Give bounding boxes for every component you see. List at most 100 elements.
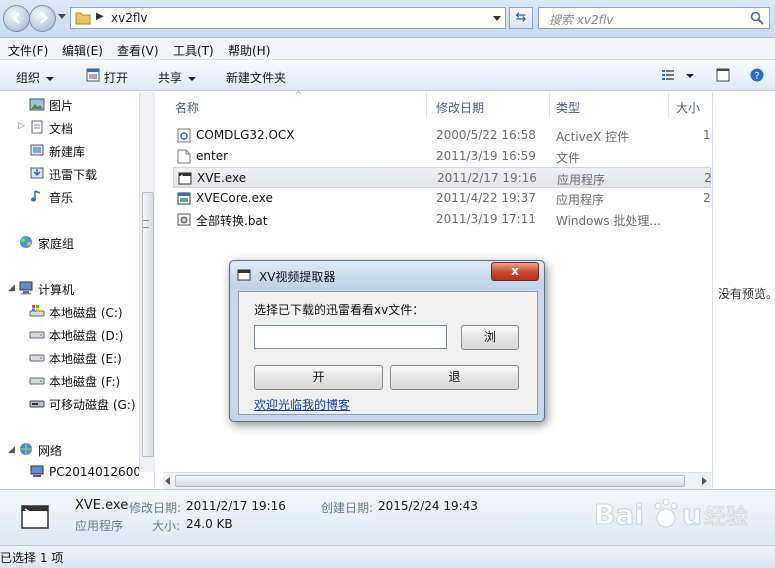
nav-item-homegroup[interactable]: 家庭组 bbox=[38, 235, 74, 252]
file-type: ActiveX 控件 bbox=[556, 130, 630, 144]
start-button[interactable]: 开 bbox=[254, 365, 383, 390]
status-bar: 已选择 1 项 bbox=[0, 545, 775, 568]
file-list-horizontal-scrollbar[interactable] bbox=[163, 472, 711, 489]
download-folder-icon bbox=[30, 167, 44, 179]
system-drive-icon bbox=[29, 305, 45, 317]
back-button[interactable] bbox=[3, 5, 30, 32]
details-filename: XVE.exe bbox=[75, 498, 129, 513]
preview-pane: 没有预览。 bbox=[712, 92, 775, 488]
recent-pages-dropdown[interactable] bbox=[58, 14, 66, 19]
column-header-name[interactable]: 名称 bbox=[175, 92, 199, 118]
dialog-titlebar[interactable]: XV视频提取器 x bbox=[230, 261, 544, 289]
open-button[interactable]: 打开 bbox=[104, 69, 128, 86]
nav-scrollbar[interactable] bbox=[139, 92, 155, 472]
nav-item-drive-f[interactable]: 本地磁盘 (F:) bbox=[49, 373, 120, 390]
expand-arrow-icon[interactable]: ▷ bbox=[18, 121, 25, 131]
app-icon bbox=[21, 505, 49, 529]
file-row[interactable]: COMDLG32.OCX 2000/5/22 16:58 ActiveX 控件 … bbox=[173, 125, 711, 146]
documents-icon bbox=[31, 120, 43, 134]
nav-item-new-library[interactable]: 新建库 bbox=[49, 143, 85, 160]
navigation-pane: 图片 ▷ 文档 新建库 迅雷下载 音乐 家庭组 ◢ 计算机 本地磁盘 (C:) … bbox=[0, 92, 155, 488]
nav-scrollbar-thumb[interactable] bbox=[142, 192, 154, 457]
column-header-type[interactable]: 类型 bbox=[556, 92, 580, 118]
back-arrow-icon bbox=[12, 12, 20, 24]
view-options-icon[interactable] bbox=[661, 68, 675, 82]
scroll-left-icon[interactable] bbox=[165, 477, 170, 485]
file-name: enter bbox=[196, 149, 229, 163]
search-placeholder: 搜索 xv2flv bbox=[549, 13, 614, 27]
open-app-icon bbox=[86, 68, 100, 82]
file-date: 2011/2/17 19:16 bbox=[437, 171, 537, 185]
share-button[interactable]: 共享 bbox=[158, 69, 197, 86]
hard-drive-icon bbox=[29, 331, 45, 339]
search-input[interactable]: 搜索 xv2flv bbox=[538, 7, 770, 29]
file-size: 1 bbox=[703, 128, 711, 142]
nav-item-pictures[interactable]: 图片 bbox=[49, 97, 73, 114]
nav-item-network-pc[interactable]: PC20140126003 bbox=[49, 465, 139, 479]
view-options-dropdown-icon[interactable] bbox=[686, 74, 694, 78]
hard-drive-icon bbox=[29, 354, 45, 362]
file-row[interactable]: XVECore.exe 2011/4/22 19:37 应用程序 2 bbox=[173, 188, 711, 209]
dialog-prompt: 选择已下载的迅雷看看xv文件： bbox=[254, 303, 425, 317]
column-divider[interactable] bbox=[668, 92, 669, 118]
computer-icon bbox=[19, 281, 33, 295]
menu-edit[interactable]: 编辑(E) bbox=[62, 42, 103, 59]
forward-button[interactable] bbox=[29, 5, 56, 32]
details-created-label: 创建日期: bbox=[321, 501, 374, 515]
menu-file[interactable]: 文件(F) bbox=[8, 42, 48, 59]
column-header-date[interactable]: 修改日期 bbox=[436, 92, 484, 118]
details-type: 应用程序 bbox=[75, 519, 124, 533]
folder-icon bbox=[75, 12, 91, 25]
file-size: 2 bbox=[704, 171, 712, 185]
menu-help[interactable]: 帮助(H) bbox=[228, 42, 270, 59]
collapse-arrow-icon[interactable]: ◢ bbox=[8, 445, 15, 455]
column-header-size[interactable]: 大小 bbox=[676, 92, 700, 118]
file-name: 全部转换.bat bbox=[196, 214, 268, 228]
blank-file-icon bbox=[177, 149, 191, 164]
batch-icon bbox=[177, 213, 191, 226]
new-folder-button[interactable]: 新建文件夹 bbox=[226, 69, 286, 86]
path-dropdown-icon[interactable] bbox=[493, 16, 501, 21]
forward-arrow-icon bbox=[40, 12, 48, 24]
file-date: 2000/5/22 16:58 bbox=[436, 128, 536, 142]
file-name: XVE.exe bbox=[197, 171, 247, 185]
search-icon[interactable] bbox=[750, 11, 764, 25]
file-row[interactable]: enter 2011/3/19 16:59 文件 bbox=[173, 146, 711, 167]
details-modified-label: 修改日期: bbox=[129, 501, 182, 515]
close-button[interactable]: x bbox=[491, 262, 539, 281]
browse-button[interactable]: 浏 bbox=[461, 325, 519, 350]
column-divider[interactable] bbox=[426, 92, 427, 118]
organize-button[interactable]: 组织 bbox=[16, 69, 55, 86]
nav-item-thunder-downloads[interactable]: 迅雷下载 bbox=[49, 166, 97, 183]
nav-item-drive-e[interactable]: 本地磁盘 (E:) bbox=[49, 350, 122, 367]
sort-arrow-icon: ^ bbox=[295, 90, 302, 99]
address-bar: ▶ xv2flv ⇆ 搜索 xv2flv bbox=[0, 0, 775, 38]
nav-item-documents[interactable]: 文档 bbox=[49, 120, 73, 137]
breadcrumb-separator-icon[interactable]: ▶ bbox=[96, 11, 104, 22]
blog-link[interactable]: 欢迎光临我的博客 bbox=[254, 396, 350, 413]
nav-item-network[interactable]: 网络 bbox=[38, 442, 62, 459]
horizontal-scrollbar-thumb[interactable] bbox=[175, 475, 685, 487]
library-icon bbox=[30, 144, 44, 156]
help-icon[interactable]: ? bbox=[750, 68, 764, 82]
path-box[interactable]: ▶ xv2flv bbox=[70, 7, 506, 29]
nav-item-drive-d[interactable]: 本地磁盘 (D:) bbox=[49, 327, 123, 344]
refresh-icon: ⇆ bbox=[515, 10, 527, 25]
column-divider[interactable] bbox=[549, 92, 550, 118]
exit-button[interactable]: 退 bbox=[390, 365, 519, 390]
collapse-arrow-icon[interactable]: ◢ bbox=[8, 283, 15, 293]
refresh-button[interactable]: ⇆ bbox=[509, 7, 533, 29]
menu-view[interactable]: 查看(V) bbox=[117, 42, 159, 59]
file-path-input[interactable] bbox=[254, 325, 447, 349]
nav-item-drive-g[interactable]: 可移动磁盘 (G:) bbox=[49, 396, 136, 413]
preview-pane-icon[interactable] bbox=[716, 68, 730, 82]
nav-item-drive-c[interactable]: 本地磁盘 (C:) bbox=[49, 304, 123, 321]
network-icon bbox=[20, 443, 32, 455]
nav-item-music[interactable]: 音乐 bbox=[49, 189, 73, 206]
file-row-selected[interactable]: XVE.exe 2011/2/17 19:16 应用程序 2 bbox=[173, 167, 712, 188]
breadcrumb-path[interactable]: xv2flv bbox=[111, 11, 148, 25]
nav-item-computer[interactable]: 计算机 bbox=[38, 281, 74, 298]
scroll-right-icon[interactable] bbox=[702, 477, 707, 485]
file-row[interactable]: 全部转换.bat 2011/3/19 17:11 Windows 批处理... bbox=[173, 209, 711, 230]
menu-tools[interactable]: 工具(T) bbox=[173, 42, 214, 59]
